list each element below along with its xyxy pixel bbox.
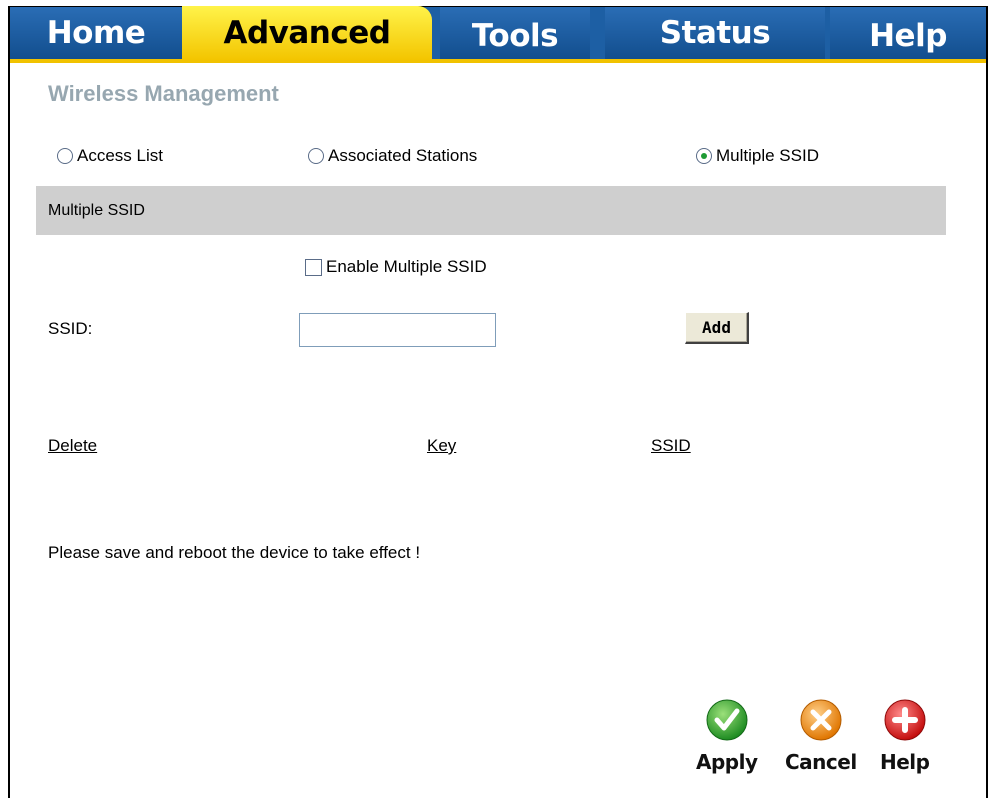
- radio-access-list-button[interactable]: [57, 148, 73, 164]
- tab-help-label: Help: [869, 18, 947, 54]
- radio-multiple-ssid-label: Multiple SSID: [716, 146, 819, 165]
- top-nav: Home Advanced Tools Status Help: [10, 6, 986, 63]
- cancel-button[interactable]: Cancel: [785, 698, 857, 774]
- radio-access-list-label: Access List: [77, 146, 163, 165]
- x-icon[interactable]: [799, 698, 843, 742]
- column-ssid[interactable]: SSID: [651, 436, 691, 456]
- radio-associated-stations-label: Associated Stations: [328, 146, 478, 165]
- enable-multiple-ssid-checkbox[interactable]: [305, 258, 322, 276]
- radio-multiple-ssid-button[interactable]: [696, 148, 712, 164]
- tab-home-label: Home: [46, 15, 146, 51]
- tab-status[interactable]: Status: [605, 7, 825, 59]
- ssid-input[interactable]: [299, 313, 496, 347]
- apply-label: Apply: [696, 750, 758, 774]
- radio-associated-stations[interactable]: Associated Stations: [308, 146, 477, 166]
- reboot-note: Please save and reboot the device to tak…: [48, 543, 421, 562]
- tab-home[interactable]: Home: [10, 7, 182, 59]
- tab-help[interactable]: Help: [830, 7, 986, 59]
- check-icon[interactable]: [705, 698, 749, 742]
- tab-status-label: Status: [659, 15, 771, 51]
- plus-icon[interactable]: [883, 698, 927, 742]
- add-button[interactable]: Add: [685, 312, 749, 344]
- page-title: Wireless Management: [48, 81, 279, 106]
- section-header: Multiple SSID: [36, 186, 946, 235]
- radio-access-list[interactable]: Access List: [57, 146, 163, 166]
- help-label: Help: [880, 750, 930, 774]
- enable-multiple-ssid-label: Enable Multiple SSID: [326, 257, 487, 276]
- tab-advanced[interactable]: Advanced: [182, 6, 432, 60]
- cancel-label: Cancel: [785, 750, 857, 774]
- tab-advanced-label: Advanced: [223, 15, 391, 51]
- tab-tools-label: Tools: [471, 18, 559, 54]
- radio-multiple-ssid[interactable]: Multiple SSID: [696, 146, 819, 166]
- page-frame: [8, 6, 988, 798]
- column-key[interactable]: Key: [427, 436, 456, 456]
- radio-associated-stations-button[interactable]: [308, 148, 324, 164]
- section-title: Multiple SSID: [48, 201, 145, 219]
- ssid-label: SSID:: [48, 319, 93, 338]
- column-delete[interactable]: Delete: [48, 436, 97, 456]
- apply-button[interactable]: Apply: [696, 698, 758, 774]
- enable-multiple-ssid[interactable]: Enable Multiple SSID: [305, 257, 487, 277]
- help-button[interactable]: Help: [880, 698, 930, 774]
- tab-tools[interactable]: Tools: [440, 7, 590, 59]
